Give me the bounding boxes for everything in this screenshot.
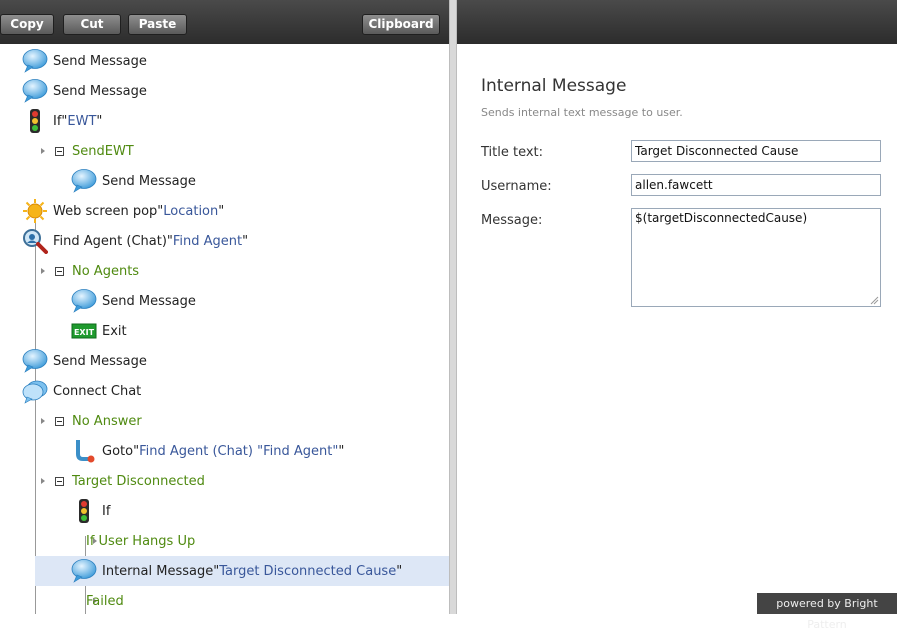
tree-node[interactable]: If xyxy=(0,496,449,526)
title-text-label: Title text: xyxy=(481,145,544,160)
title-text-input[interactable] xyxy=(631,140,881,162)
node-label: Connect Chat xyxy=(53,383,142,399)
node-label: Send Message xyxy=(53,353,147,369)
quote-mark: " xyxy=(218,203,225,219)
paste-button[interactable]: Paste xyxy=(128,14,187,35)
tree-node[interactable]: Connect Chat xyxy=(0,376,449,406)
collapse-toggle-icon[interactable] xyxy=(55,416,64,426)
collapse-toggle-icon[interactable] xyxy=(55,476,64,486)
node-parameter: Target Disconnected Cause xyxy=(219,563,397,579)
node-label: Send Message xyxy=(53,83,147,99)
traffic-light-icon xyxy=(71,498,97,524)
powered-by-footer: powered by Bright Pattern xyxy=(757,593,897,631)
tree-node[interactable]: Find Agent (Chat) " Find Agent " xyxy=(0,226,449,256)
tree-node[interactable]: EXIT Exit xyxy=(0,316,449,346)
node-parameter: EWT xyxy=(67,113,97,129)
quote-mark: " xyxy=(396,563,403,579)
speech-bubble-icon xyxy=(71,558,97,584)
message-textarea[interactable] xyxy=(631,208,881,307)
left-toolbar: Copy Cut Paste Clipboard xyxy=(0,0,449,44)
branch-label: If User Hangs Up xyxy=(86,533,196,549)
branch-label: No Answer xyxy=(72,413,142,429)
copy-button[interactable]: Copy xyxy=(0,14,54,35)
quote-mark: " xyxy=(242,233,249,249)
speech-bubble-icon xyxy=(22,48,48,74)
branch-label: Target Disconnected xyxy=(72,473,205,489)
quote-mark: " xyxy=(96,113,103,129)
clipboard-button[interactable]: Clipboard xyxy=(362,14,440,35)
username-label: Username: xyxy=(481,179,552,194)
tree-node[interactable]: Send Message xyxy=(0,346,449,376)
svg-text:EXIT: EXIT xyxy=(74,328,95,337)
tree-node-selected[interactable]: Internal Message " Target Disconnected Ca… xyxy=(35,556,449,586)
speech-bubble-icon xyxy=(22,78,48,104)
tree-node[interactable]: Send Message xyxy=(0,46,449,76)
node-parameter: Location xyxy=(163,203,219,219)
branch-label: Failed xyxy=(86,593,124,609)
message-label: Message: xyxy=(481,213,543,228)
tree-node[interactable]: Web screen pop " Location " xyxy=(0,196,449,226)
resize-grip-icon[interactable] xyxy=(869,295,879,305)
node-label: Web screen pop xyxy=(53,203,158,219)
tree-branch[interactable]: No Answer xyxy=(0,406,449,436)
tree-branch[interactable]: SendEWT xyxy=(0,136,449,166)
sun-icon xyxy=(22,198,48,224)
tree-branch[interactable]: Failed xyxy=(0,586,449,614)
cut-button[interactable]: Cut xyxy=(63,14,121,35)
speech-bubble-icon xyxy=(71,288,97,314)
traffic-light-icon xyxy=(22,108,48,134)
node-label: If xyxy=(53,113,62,129)
tree-node[interactable]: Goto " Find Agent (Chat) "Find Agent" " xyxy=(0,436,449,466)
tree-node[interactable]: Send Message xyxy=(0,76,449,106)
node-label: Find Agent (Chat) xyxy=(53,233,167,249)
node-label: If xyxy=(102,503,111,519)
scenario-tree: Send Message Send Message If " EWT " SendEWT S… xyxy=(0,44,449,614)
node-label: Goto xyxy=(102,443,134,459)
quote-mark: " xyxy=(338,443,345,459)
magnifier-icon xyxy=(22,228,48,254)
tree-branch[interactable]: If User Hangs Up xyxy=(0,526,449,556)
node-label: Internal Message xyxy=(102,563,214,579)
properties-subtitle: Sends internal text message to user. xyxy=(481,106,683,119)
tree-node[interactable]: Send Message xyxy=(0,166,449,196)
exit-icon: EXIT xyxy=(71,318,97,344)
tree-node[interactable]: If " EWT " xyxy=(0,106,449,136)
node-label: Send Message xyxy=(53,53,147,69)
tree-branch[interactable]: Target Disconnected xyxy=(0,466,449,496)
node-label: Send Message xyxy=(102,293,196,309)
speech-bubble-double-icon xyxy=(22,378,48,404)
panel-splitter[interactable] xyxy=(449,0,457,614)
node-parameter: Find Agent (Chat) "Find Agent" xyxy=(139,443,339,459)
goto-arrow-icon xyxy=(71,438,97,464)
branch-label: No Agents xyxy=(72,263,140,279)
username-input[interactable] xyxy=(631,174,881,196)
properties-title: Internal Message xyxy=(481,76,627,96)
speech-bubble-icon xyxy=(22,348,48,374)
collapse-toggle-icon[interactable] xyxy=(55,146,64,156)
node-label: Send Message xyxy=(102,173,196,189)
tree-node[interactable]: Send Message xyxy=(0,286,449,316)
collapse-toggle-icon[interactable] xyxy=(55,266,64,276)
speech-bubble-icon xyxy=(71,168,97,194)
right-toolbar xyxy=(457,0,897,44)
node-label: Exit xyxy=(102,323,127,339)
node-parameter: Find Agent xyxy=(172,233,243,249)
tree-branch[interactable]: No Agents xyxy=(0,256,449,286)
branch-label: SendEWT xyxy=(72,143,134,159)
